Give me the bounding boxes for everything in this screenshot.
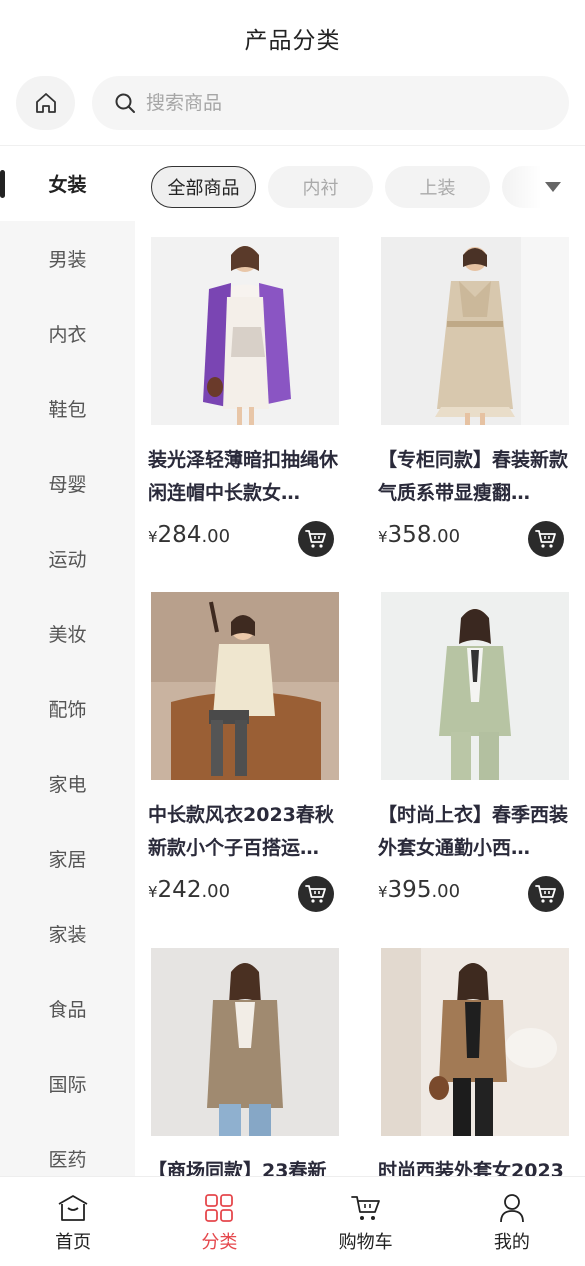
product-image[interactable] — [381, 237, 569, 425]
add-to-cart-button[interactable] — [298, 876, 334, 912]
page-title: 产品分类 — [244, 28, 341, 54]
sidebar-item[interactable]: 国际 — [0, 1046, 135, 1121]
price-currency: ¥ — [378, 883, 388, 901]
product-price: ¥395.00 — [378, 877, 460, 903]
app-root: 产品分类 女装 男装 内衣 鞋包 母婴 运动 美妆 配饰 家电 家居 家装 食品… — [0, 0, 585, 1266]
nav-item-me[interactable]: 我的 — [439, 1177, 585, 1266]
product-price: ¥284.00 — [148, 522, 230, 548]
product-grid: 装光泽轻薄暗扣抽绳休闲连帽中长款女… ¥284.00 【专柜同款】春装新款气质系… — [135, 228, 585, 1176]
tabs-expand-button[interactable] — [541, 176, 565, 198]
sidebar-item-label: 家装 — [48, 924, 87, 946]
price-decimal: .00 — [431, 526, 461, 547]
sidebar-item-label: 食品 — [48, 999, 87, 1021]
sidebar-item[interactable]: 运动 — [0, 521, 135, 596]
nav-label: 购物车 — [338, 1232, 393, 1253]
sidebar-item[interactable]: 女装 — [0, 146, 135, 221]
cart-icon — [535, 885, 556, 903]
sidebar-item-label: 医药 — [48, 1149, 87, 1171]
sidebar-item-label: 女装 — [48, 174, 87, 196]
nav-item-home[interactable]: 首页 — [0, 1177, 146, 1266]
sidebar-item[interactable]: 食品 — [0, 971, 135, 1046]
price-integer: 284 — [157, 522, 202, 548]
sidebar-item-label: 内衣 — [48, 324, 87, 346]
category-icon — [203, 1193, 235, 1223]
product-name[interactable]: 【商场同款】23春新 — [148, 1155, 343, 1176]
search-row — [0, 76, 585, 146]
header: 产品分类 — [0, 0, 585, 76]
search-icon — [115, 93, 135, 113]
price-currency: ¥ — [148, 883, 158, 901]
category-sidebar: 女装 男装 内衣 鞋包 母婴 运动 美妆 配饰 家电 家居 家装 食品 国际 医… — [0, 146, 135, 1176]
price-integer: 395 — [387, 877, 432, 903]
price-integer: 242 — [157, 877, 202, 903]
tab-all-products[interactable]: 全部商品 — [151, 166, 256, 208]
price-decimal: .00 — [201, 526, 231, 547]
sidebar-item[interactable]: 鞋包 — [0, 371, 135, 446]
product-image[interactable] — [151, 237, 339, 425]
sidebar-item-label: 鞋包 — [48, 399, 87, 421]
home-icon — [35, 93, 56, 113]
sidebar-item-label: 运动 — [48, 549, 87, 571]
add-to-cart-button[interactable] — [528, 521, 564, 557]
bottom-nav: 首页 分类 购物车 我的 — [0, 1176, 585, 1266]
sidebar-item[interactable]: 家居 — [0, 821, 135, 896]
cart-icon — [535, 530, 556, 548]
sidebar-item[interactable]: 男装 — [0, 221, 135, 296]
nav-item-category[interactable]: 分类 — [146, 1177, 292, 1266]
price-decimal: .00 — [431, 881, 461, 902]
product-image[interactable] — [151, 948, 339, 1136]
price-decimal: .00 — [201, 881, 231, 902]
product-name[interactable]: 中长款风衣2023春秋新款小个子百搭运… — [148, 799, 343, 865]
price-currency: ¥ — [148, 528, 158, 546]
price-integer: 358 — [387, 522, 432, 548]
sidebar-item-label: 男装 — [48, 249, 87, 271]
tab-label: 上装 — [419, 178, 456, 199]
search-input[interactable] — [146, 92, 526, 114]
cart-icon — [350, 1193, 382, 1223]
caret-down-icon — [545, 182, 561, 192]
sidebar-item[interactable]: 家装 — [0, 896, 135, 971]
nav-item-cart[interactable]: 购物车 — [293, 1177, 439, 1266]
product-image[interactable] — [381, 592, 569, 780]
add-to-cart-button[interactable] — [528, 876, 564, 912]
product-price: ¥242.00 — [148, 877, 230, 903]
product-name[interactable]: 时尚西装外套女2023 — [378, 1155, 573, 1176]
sidebar-item-label: 母婴 — [48, 474, 87, 496]
tab-label: 全部商品 — [167, 178, 240, 199]
cart-icon — [305, 530, 326, 548]
subcategory-tabs: 全部商品 内衬 上装 — [135, 146, 585, 228]
product-name[interactable]: 装光泽轻薄暗扣抽绳休闲连帽中长款女… — [148, 444, 343, 510]
nav-label: 分类 — [201, 1232, 238, 1253]
tab-label: 内衬 — [302, 178, 339, 199]
user-icon — [496, 1193, 528, 1223]
nav-label: 首页 — [55, 1232, 92, 1253]
product-image[interactable] — [151, 592, 339, 780]
add-to-cart-button[interactable] — [298, 521, 334, 557]
home-icon — [57, 1193, 89, 1223]
sidebar-item[interactable]: 美妆 — [0, 596, 135, 671]
nav-label: 我的 — [493, 1232, 530, 1253]
cart-icon — [305, 885, 326, 903]
sidebar-item-label: 家居 — [48, 849, 87, 871]
tab-lining[interactable]: 内衬 — [268, 166, 373, 208]
sidebar-item[interactable]: 母婴 — [0, 446, 135, 521]
sidebar-item[interactable]: 内衣 — [0, 296, 135, 371]
product-name[interactable]: 【时尚上衣】春季西装外套女通勤小西… — [378, 799, 573, 865]
sidebar-item-label: 家电 — [48, 774, 87, 796]
sidebar-item-label: 美妆 — [48, 624, 87, 646]
product-price: ¥358.00 — [378, 522, 460, 548]
sidebar-item[interactable]: 医药 — [0, 1121, 135, 1176]
home-button[interactable] — [16, 76, 75, 130]
search-bar[interactable] — [92, 76, 569, 130]
price-currency: ¥ — [378, 528, 388, 546]
tab-tops[interactable]: 上装 — [385, 166, 490, 208]
product-image[interactable] — [381, 948, 569, 1136]
product-name[interactable]: 【专柜同款】春装新款气质系带显瘦翻… — [378, 444, 573, 510]
sidebar-item-label: 配饰 — [48, 699, 87, 721]
sidebar-item[interactable]: 家电 — [0, 746, 135, 821]
sidebar-item-label: 国际 — [48, 1074, 87, 1096]
sidebar-item[interactable]: 配饰 — [0, 671, 135, 746]
